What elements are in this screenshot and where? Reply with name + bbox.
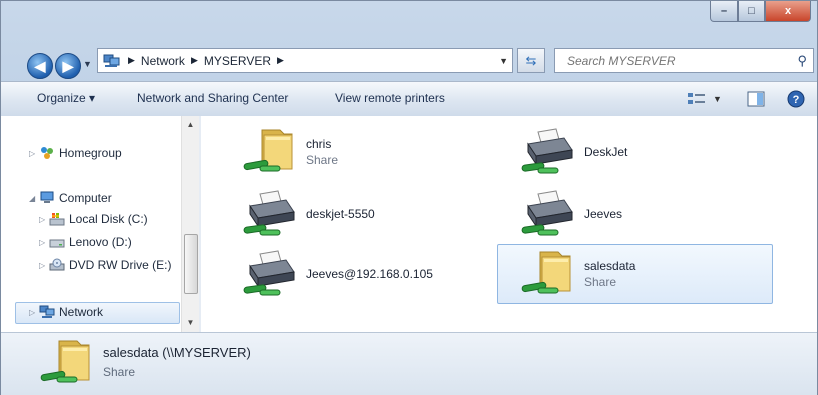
item-name: salesdata xyxy=(584,259,636,273)
printer-share-icon xyxy=(240,248,300,300)
nav-item-computer[interactable]: ◢ Computer xyxy=(29,191,112,205)
item-name: DeskJet xyxy=(584,145,628,159)
close-button[interactable]: x xyxy=(765,1,811,22)
help-button[interactable]: ? xyxy=(787,90,805,108)
back-button[interactable]: ◀ xyxy=(27,53,53,79)
nav-item-dvd[interactable]: ▷ DVD RW Drive (E:) xyxy=(39,258,171,272)
network-icon xyxy=(103,54,120,67)
item-type: Share xyxy=(584,275,617,289)
organize-menu[interactable]: Organize ▾ xyxy=(37,91,95,105)
expand-icon[interactable]: ▷ xyxy=(39,261,49,270)
preview-pane-icon xyxy=(747,91,765,107)
address-bar[interactable]: ▶ Network ▶ MYSERVER ▶ ▼ xyxy=(97,48,513,73)
item-chris[interactable]: chris Share xyxy=(219,122,495,182)
help-icon: ? xyxy=(787,90,805,108)
file-view: chris Share DeskJet deskjet-5550 Jeeves … xyxy=(201,116,817,332)
item-type: Share xyxy=(306,153,339,167)
caption-buttons: – □ x xyxy=(710,1,811,22)
refresh-button[interactable]: ⇆ xyxy=(517,48,545,73)
nav-item-lenovo[interactable]: ▷ Lenovo (D:) xyxy=(39,235,132,249)
view-dropdown-icon[interactable]: ▼ xyxy=(713,94,722,104)
change-view-button[interactable]: ▼ xyxy=(687,90,722,108)
network-icon xyxy=(39,305,55,318)
printer-share-icon xyxy=(240,188,300,240)
command-bar: Organize ▾ Network and Sharing Center Vi… xyxy=(1,81,817,117)
nav-label: Local Disk (C:) xyxy=(69,212,148,226)
item-deskjet[interactable]: DeskJet xyxy=(497,122,773,182)
expand-icon[interactable]: ▷ xyxy=(39,215,49,224)
printer-share-icon xyxy=(518,188,578,240)
nav-label: Network xyxy=(59,305,104,319)
forward-button[interactable]: ▶ xyxy=(55,53,81,79)
local-disk-icon xyxy=(49,213,65,226)
item-jeeves-ip[interactable]: Jeeves@192.168.0.105 xyxy=(219,244,495,304)
item-name: chris xyxy=(306,137,332,151)
expand-icon[interactable]: ▷ xyxy=(29,149,39,158)
back-arrow-icon: ◀ xyxy=(34,57,46,74)
preview-pane-button[interactable] xyxy=(747,90,765,108)
homegroup-icon xyxy=(41,147,53,159)
nav-label: Lenovo (D:) xyxy=(69,235,132,249)
search-box[interactable]: ⚲ xyxy=(554,48,814,73)
details-name: salesdata (\\MYSERVER) xyxy=(103,345,251,360)
breadcrumb-myserver[interactable]: MYSERVER xyxy=(204,54,271,68)
details-pane: salesdata (\\MYSERVER) Share xyxy=(1,332,817,395)
scroll-down-icon[interactable]: ▼ xyxy=(182,316,199,330)
folder-share-icon xyxy=(240,126,300,178)
recent-pages-dropdown[interactable]: ▼ xyxy=(83,59,93,69)
folder-share-icon xyxy=(37,337,97,389)
scroll-up-icon[interactable]: ▲ xyxy=(182,118,199,132)
nav-label: DVD RW Drive (E:) xyxy=(69,258,172,272)
dvd-drive-icon xyxy=(49,258,65,271)
nav-scrollbar[interactable]: ▲ ▼ xyxy=(181,116,199,332)
item-deskjet-5550[interactable]: deskjet-5550 xyxy=(219,184,495,244)
maximize-button[interactable]: □ xyxy=(738,1,765,22)
svg-text:?: ? xyxy=(793,94,800,106)
breadcrumb-network[interactable]: Network xyxy=(141,54,185,68)
scroll-thumb[interactable] xyxy=(184,234,198,294)
nav-label: Homegroup xyxy=(59,146,122,160)
forward-arrow-icon: ▶ xyxy=(62,57,74,74)
view-options-icon xyxy=(688,93,705,104)
nav-item-homegroup[interactable]: ▷ Homegroup xyxy=(29,146,122,160)
expand-icon[interactable]: ▷ xyxy=(39,238,49,247)
item-name: deskjet-5550 xyxy=(306,207,375,221)
navigation-pane: ▷ Homegroup ◢ Computer ▷ Local Disk (C:)… xyxy=(1,116,200,332)
network-sharing-center-button[interactable]: Network and Sharing Center xyxy=(137,91,288,105)
view-remote-printers-button[interactable]: View remote printers xyxy=(335,91,445,105)
details-type: Share xyxy=(103,365,136,379)
drive-icon xyxy=(49,239,65,248)
item-name: Jeeves@192.168.0.105 xyxy=(306,267,433,281)
minimize-button[interactable]: – xyxy=(710,1,738,22)
expand-icon[interactable]: ▷ xyxy=(29,308,39,317)
refresh-icon: ⇆ xyxy=(525,52,537,68)
breadcrumb-separator-icon[interactable]: ▶ xyxy=(277,55,284,66)
nav-item-local-disk[interactable]: ▷ Local Disk (C:) xyxy=(39,212,148,226)
item-name: Jeeves xyxy=(584,207,623,221)
computer-icon xyxy=(40,191,54,203)
explorer-window: – □ x ◀ ▶ ▼ ▶ Network ▶ MYSERVER ▶ ▼ ⇆ ⚲… xyxy=(0,0,818,395)
breadcrumb-separator-icon[interactable]: ▶ xyxy=(191,55,198,66)
collapse-icon[interactable]: ◢ xyxy=(29,194,39,203)
search-icon[interactable]: ⚲ xyxy=(797,53,807,69)
search-input[interactable] xyxy=(565,52,789,69)
nav-label: Computer xyxy=(59,191,112,205)
nav-item-network[interactable]: ▷ Network xyxy=(29,305,103,319)
address-history-dropdown-icon[interactable]: ▼ xyxy=(499,56,508,66)
item-jeeves[interactable]: Jeeves xyxy=(497,184,773,244)
folder-share-icon xyxy=(518,248,578,300)
printer-share-icon xyxy=(518,126,578,178)
title-bar[interactable]: – □ x xyxy=(1,1,817,37)
breadcrumb-separator-icon[interactable]: ▶ xyxy=(128,55,135,66)
item-salesdata[interactable]: salesdata Share xyxy=(497,244,773,304)
